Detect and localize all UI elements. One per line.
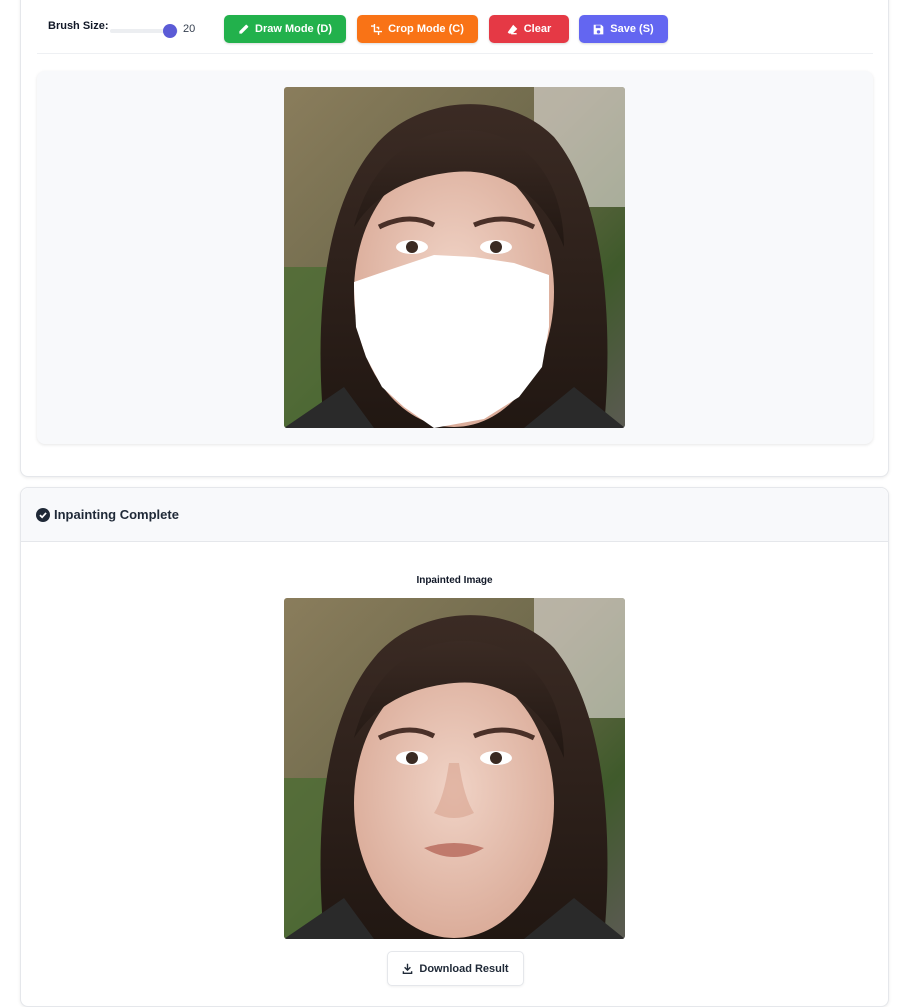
draw-mode-button[interactable]: Draw Mode (D) [224,15,346,43]
save-label: Save (S) [610,23,654,35]
draw-mode-label: Draw Mode (D) [255,23,332,35]
save-button[interactable]: Save (S) [579,15,668,43]
inpainted-image [284,598,625,939]
crop-mode-label: Crop Mode (C) [388,23,464,35]
crop-mode-button[interactable]: Crop Mode (C) [357,15,478,43]
editor-card: Brush Size: 20 Draw Mode (D) Crop Mode (… [20,0,889,477]
canvas-panel [37,71,873,444]
inpainted-image-label: Inpainted Image [416,575,493,586]
portrait-result [284,598,625,939]
floppy-disk-icon [593,24,604,34]
portrait-with-mask [284,87,625,428]
download-icon [403,963,413,974]
result-title: Inpainting Complete [54,507,179,522]
brush-size-label: Brush Size: [48,20,109,32]
brush-size-slider[interactable] [110,24,178,38]
download-result-button[interactable]: Download Result [387,951,524,986]
slider-thumb[interactable] [163,24,177,38]
clear-label: Clear [523,23,552,35]
brush-size-value: 20 [183,23,196,35]
toolbar: Brush Size: 20 Draw Mode (D) Crop Mode (… [37,1,873,54]
editable-image-canvas[interactable] [284,87,625,428]
crop-icon [371,23,383,35]
result-card: Inpainting Complete Inpainted Image Down… [20,487,889,1007]
clear-button[interactable]: Clear [489,15,569,43]
download-result-label: Download Result [419,962,509,975]
check-circle-icon [36,508,50,522]
result-header: Inpainting Complete [21,488,888,542]
pencil-icon [239,24,249,34]
eraser-icon [507,24,518,34]
